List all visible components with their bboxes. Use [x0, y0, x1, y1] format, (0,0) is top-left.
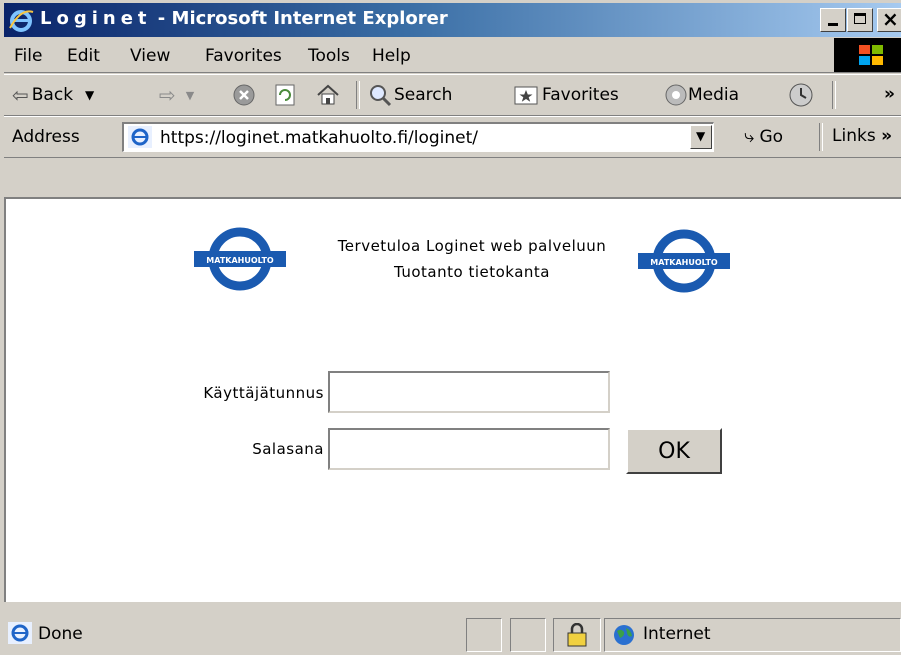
back-button[interactable]: ⇦ Back ▼ [12, 81, 94, 109]
matkahuolto-logo-right: MATKAHUOLTO [638, 229, 730, 293]
go-label: Go [759, 127, 784, 147]
links-label: Links [832, 126, 876, 146]
toolbar-separator [832, 81, 836, 109]
address-bar: Address https://loginet.matkahuolto.fi/l… [4, 116, 901, 158]
maximize-button[interactable] [847, 8, 873, 32]
menu-bar: File Edit View Favorites Tools Help [4, 38, 901, 73]
home-button[interactable] [316, 81, 340, 109]
menu-favorites[interactable]: Favorites [205, 46, 282, 66]
windows-logo [834, 38, 901, 72]
ok-button[interactable]: OK [626, 428, 722, 474]
windows-flag-icon [859, 45, 883, 65]
refresh-button[interactable] [274, 81, 296, 109]
status-pane-empty [510, 618, 546, 652]
welcome-text: Tervetuloa Loginet web palveluun Tuotant… [302, 233, 642, 285]
favorites-button[interactable]: Favorites [514, 81, 619, 109]
menu-tools[interactable]: Tools [308, 46, 350, 66]
menu-view[interactable]: View [130, 46, 170, 66]
media-button[interactable]: Media [664, 81, 739, 109]
address-separator [819, 123, 823, 151]
close-button[interactable]: × [877, 7, 901, 32]
chevron-down-icon[interactable]: ▼ [85, 88, 94, 102]
media-label: Media [688, 85, 740, 105]
menu-edit[interactable]: Edit [67, 46, 100, 66]
back-label: Back [31, 85, 74, 105]
address-field[interactable]: https://loginet.matkahuolto.fi/loginet/ … [122, 122, 714, 152]
home-icon [317, 84, 339, 105]
zone-label: Internet [643, 624, 711, 644]
svg-text:MATKAHUOLTO: MATKAHUOLTO [650, 258, 718, 267]
history-icon [789, 83, 813, 107]
minimize-icon [828, 23, 838, 26]
address-dropdown[interactable]: ▼ [690, 125, 712, 149]
links-button[interactable]: Links » [832, 126, 892, 146]
media-icon [665, 84, 687, 106]
welcome-subtitle: Tuotanto tietokanta [393, 263, 550, 281]
matkahuolto-logo-left: MATKAHUOLTO [194, 227, 286, 291]
links-chevron: » [881, 126, 893, 146]
history-button[interactable] [788, 81, 814, 109]
address-url: https://loginet.matkahuolto.fi/loginet/ [160, 128, 479, 148]
globe-icon [614, 625, 634, 645]
status-text: Done [38, 624, 83, 644]
menu-help[interactable]: Help [372, 46, 411, 66]
menu-file[interactable]: File [14, 46, 42, 66]
username-label: Käyttäjätunnus [203, 384, 324, 402]
search-label: Search [394, 85, 453, 105]
favorites-icon [514, 86, 538, 105]
status-pane-zone[interactable]: Internet [604, 618, 901, 652]
title-bar[interactable]: Loginet - Microsoft Internet Explorer × [4, 3, 901, 37]
ie-logo-icon [9, 10, 34, 32]
status-bar: Done Internet [4, 612, 901, 655]
toolbar-separator [356, 81, 360, 109]
lock-icon [567, 623, 587, 647]
toolbar-chevron-more[interactable]: » [884, 84, 895, 104]
forward-button[interactable]: ⇨ ▼ [159, 81, 194, 109]
minimize-button[interactable] [820, 8, 846, 32]
go-button[interactable]: ⤷ Go [744, 126, 783, 147]
favorites-label: Favorites [542, 85, 619, 105]
page-content: MATKAHUOLTO Tervetuloa Loginet web palve… [4, 197, 901, 602]
password-label: Salasana [252, 440, 324, 458]
browser-window: Loginet - Microsoft Internet Explorer × … [0, 0, 901, 655]
refresh-icon [275, 84, 295, 106]
welcome-title: Tervetuloa Loginet web palveluun [337, 237, 607, 255]
back-arrow-icon: ⇦ [12, 83, 29, 107]
search-icon [370, 85, 392, 107]
go-arrow-icon: ⤷ [744, 126, 755, 147]
standard-toolbar: ⇦ Back ▼ ⇨ ▼ Search Favorites Media » [4, 74, 901, 116]
maximize-icon [854, 13, 866, 24]
search-button[interactable]: Search [368, 81, 452, 109]
forward-arrow-icon: ⇨ [159, 83, 176, 107]
close-icon: × [882, 7, 899, 31]
window-title: Loginet - Microsoft Internet Explorer [40, 8, 448, 29]
svg-text:MATKAHUOLTO: MATKAHUOLTO [206, 256, 274, 265]
address-label: Address [12, 127, 80, 147]
password-input[interactable] [328, 428, 610, 470]
username-input[interactable] [328, 371, 610, 413]
page-done-icon [8, 622, 32, 644]
chevron-down-icon: ▼ [696, 129, 706, 143]
status-pane-security[interactable] [553, 618, 601, 652]
page-ie-icon [128, 126, 152, 148]
stop-icon [233, 84, 255, 106]
chevron-down-icon[interactable]: ▼ [186, 89, 194, 102]
status-pane-empty [466, 618, 502, 652]
stop-button[interactable] [232, 81, 256, 109]
